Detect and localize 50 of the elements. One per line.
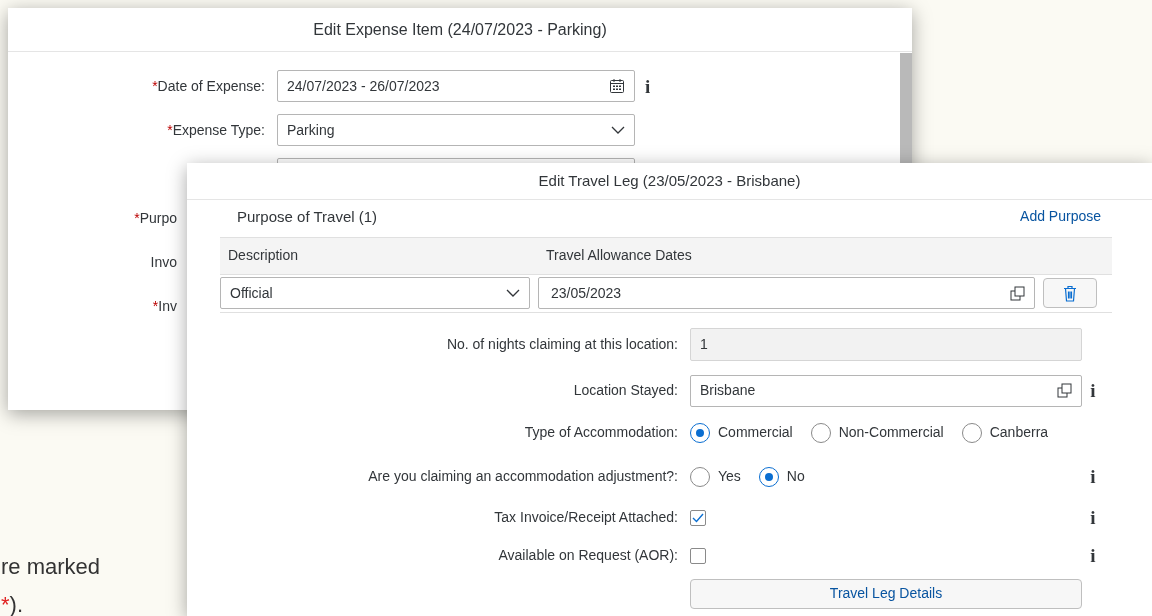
field-label: No. of nights claiming at this location: [446, 336, 678, 352]
field-label: *Purpo [134, 209, 177, 226]
info-icon[interactable]: i [641, 76, 655, 96]
chevron-down-icon[interactable] [506, 289, 520, 297]
option-label[interactable]: Canberra [989, 422, 1049, 443]
select-field[interactable]: Official [220, 277, 530, 309]
dialog-title: Edit Expense Item (24/07/2023 - Parking) [8, 8, 912, 52]
field-label: *Inv [152, 297, 177, 314]
info-icon[interactable]: i [1086, 546, 1100, 565]
field-label: Are you claiming an accommodation adjustment?: [368, 468, 678, 484]
field-label: Type of Accommodation: [524, 424, 678, 440]
option-label[interactable]: No [786, 466, 805, 487]
column-header: Description [227, 246, 300, 265]
radio-button[interactable] [810, 422, 831, 443]
input-field[interactable]: 24/07/2023 - 26/07/2023 [277, 70, 635, 102]
field-label: Invo [150, 253, 177, 270]
value-help-icon[interactable] [1010, 285, 1025, 301]
option-label[interactable]: Commercial [718, 422, 793, 443]
option-label[interactable]: Yes [718, 466, 741, 487]
input-field[interactable]: 23/05/2023 [538, 277, 1035, 309]
section-title: Purpose of Travel (1) [237, 207, 378, 227]
dialog-title: Edit Travel Leg (23/05/2023 - Brisbane) [187, 163, 1152, 200]
option-label[interactable]: Non-Commercial [838, 422, 944, 443]
value-help-icon[interactable] [1057, 383, 1072, 398]
trash-icon[interactable] [1063, 284, 1077, 302]
travel-leg-details-button[interactable]: Travel Leg Details [690, 578, 1082, 609]
input-field[interactable]: Brisbane [690, 374, 1082, 407]
radio-button[interactable] [690, 466, 710, 487]
calendar-icon[interactable] [609, 78, 625, 94]
add-purpose-link[interactable]: Add Purpose [1020, 206, 1101, 229]
field-label: Tax Invoice/Receipt Attached: [494, 509, 678, 525]
footnote-text: *). [1, 591, 24, 616]
field-label: *Date of Expense: [152, 77, 265, 94]
column-header: Travel Allowance Dates [545, 246, 692, 265]
info-icon[interactable]: i [1086, 467, 1100, 486]
field-label: Location Stayed: [573, 382, 678, 398]
input-field[interactable]: Parking [277, 114, 635, 146]
field-label: Available on Request (AOR): [498, 547, 678, 563]
delete-button[interactable] [1043, 278, 1097, 308]
input-field[interactable]: 1 [690, 328, 1082, 361]
radio-button[interactable] [758, 466, 779, 487]
chevron-down-icon[interactable] [611, 126, 625, 134]
info-icon[interactable]: i [1086, 508, 1100, 527]
checkbox[interactable] [690, 509, 706, 526]
radio-button[interactable] [961, 422, 982, 443]
info-icon[interactable]: i [1086, 381, 1100, 400]
checkbox[interactable] [690, 547, 706, 564]
footnote-text: re marked [1, 553, 101, 581]
radio-button[interactable] [690, 422, 710, 443]
field-label: *Expense Type: [167, 121, 265, 138]
